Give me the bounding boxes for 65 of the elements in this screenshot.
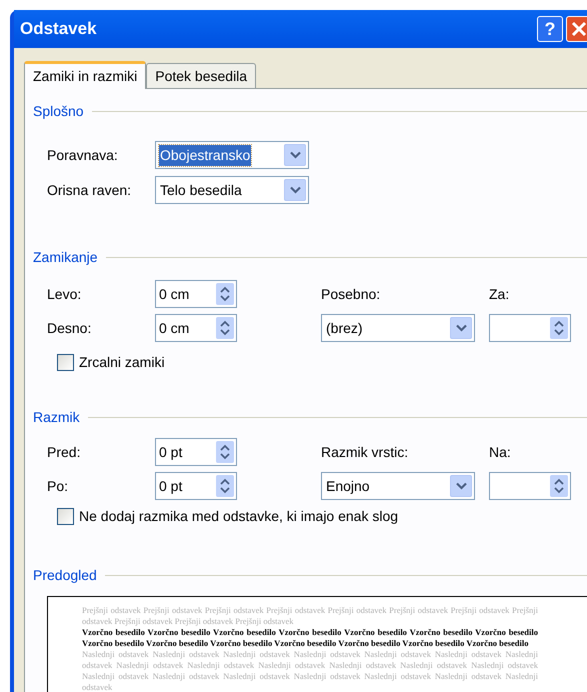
spin-buttons[interactable] [216,475,234,497]
window-title: Odstavek [20,18,97,40]
field-label: Desno: [47,318,92,338]
help-button[interactable]: ? [537,16,563,42]
chevron-down-icon [456,324,466,332]
tab[interactable]: Potek besedila [146,63,256,88]
dropdown-value: Obojestransko [159,144,252,166]
checkbox[interactable] [57,354,74,371]
dropdown-value: (brez) [325,318,364,338]
dropdown-button[interactable] [284,179,306,201]
field-label: Orisna raven: [47,180,132,200]
up-down-arrows-icon [554,478,564,494]
spin-value: 0 pt [159,476,182,496]
field-label: Razmik vrstic: [321,442,410,462]
close-button[interactable] [566,16,587,42]
preview-text: Naslednji odstavek Naslednji odstavek Naslednji odstavek Naslednji odstavek Naslednji odstavek Naslednji odstavek Naslednji odstavek Naslednji odstavek Naslednji odstavek Naslednji odstavek Naslednji odstavek Naslednji odstavek Naslednji odstavek Naslednji odstavek Naslednji odstavek Naslednji odstavek Naslednji odstavek Naslednji odstavek Naslednji odstavek Naslednji odstavek [82,649,538,692]
dropdown-field[interactable]: Enojno [321,472,475,500]
field-label: Posebno: [321,284,382,304]
dropdown-field[interactable]: Telo besedila [155,176,309,204]
dropdown-value: Telo besedila [159,180,243,200]
spin-value: 0 cm [159,318,190,338]
dropdown-value: Enojno [325,476,371,496]
section-title: Predogled [33,566,97,585]
tab[interactable]: Zamiki in razmiki [24,61,146,89]
chevron-down-icon [290,151,300,159]
checkbox[interactable] [57,508,74,525]
dropdown-button[interactable] [450,317,472,339]
field-label: Po: [47,476,70,496]
preview-text: Prejšnji odstavek Prejšnji odstavek Prejšnji odstavek Prejšnji odstavek Prejšnji odstavek Prejšnji odstavek Prejšnji odstavek Prejšnji odstavek Prejšnji odstavek Prejšnji odstavek Prejšnji odstavek [82,605,538,627]
spin-field[interactable]: 0 pt [155,438,237,466]
spin-buttons[interactable] [216,441,234,463]
spin-buttons[interactable] [550,475,568,497]
checkbox-label: Zrcalni zamiki [79,353,165,372]
up-down-arrows-icon [554,320,564,336]
spin-buttons[interactable] [216,317,234,339]
dropdown-button[interactable] [284,144,306,166]
section-title: Razmik [33,408,80,427]
up-down-arrows-icon [220,444,230,460]
checkbox-label: Ne dodaj razmika med odstavke, ki imajo enak slog [79,507,398,526]
spin-buttons[interactable] [216,283,234,305]
chevron-down-icon [456,482,466,490]
section-title: Splošno [33,102,84,121]
up-down-arrows-icon [220,320,230,336]
spin-value: 0 pt [159,442,182,462]
dropdown-field[interactable]: (brez) [321,314,475,342]
chevron-down-icon [290,186,300,194]
preview-text: Vzorčno besedilo Vzorčno besedilo Vzorčno besedilo Vzorčno besedilo Vzorčno besedilo Vzorčno besedilo Vzorčno besedilo Vzorčno besedilo Vzorčno besedilo Vzorčno besedilo Vzorčno besedilo Vzorčno besedilo Vzorčno besedilo Vzorčno besedilo [82,627,538,649]
up-down-arrows-icon [220,478,230,494]
field-label: Poravnava: [47,146,119,164]
up-down-arrows-icon [220,286,230,302]
spin-field[interactable] [489,314,571,342]
close-icon [571,21,587,37]
field-label: Levo: [47,284,82,304]
spin-field[interactable]: 0 pt [155,472,237,500]
spin-buttons[interactable] [550,317,568,339]
field-label: Za: [489,284,510,304]
spin-field[interactable]: 0 cm [155,280,237,308]
spin-value: 0 cm [159,284,190,304]
section-title: Zamikanje [33,248,98,267]
dropdown-field[interactable]: Obojestransko [155,141,309,169]
spin-field[interactable]: 0 cm [155,314,237,342]
field-label: Pred: [47,442,82,462]
dropdown-button[interactable] [450,475,472,497]
spin-field[interactable] [489,472,571,500]
field-label: Na: [489,442,512,462]
